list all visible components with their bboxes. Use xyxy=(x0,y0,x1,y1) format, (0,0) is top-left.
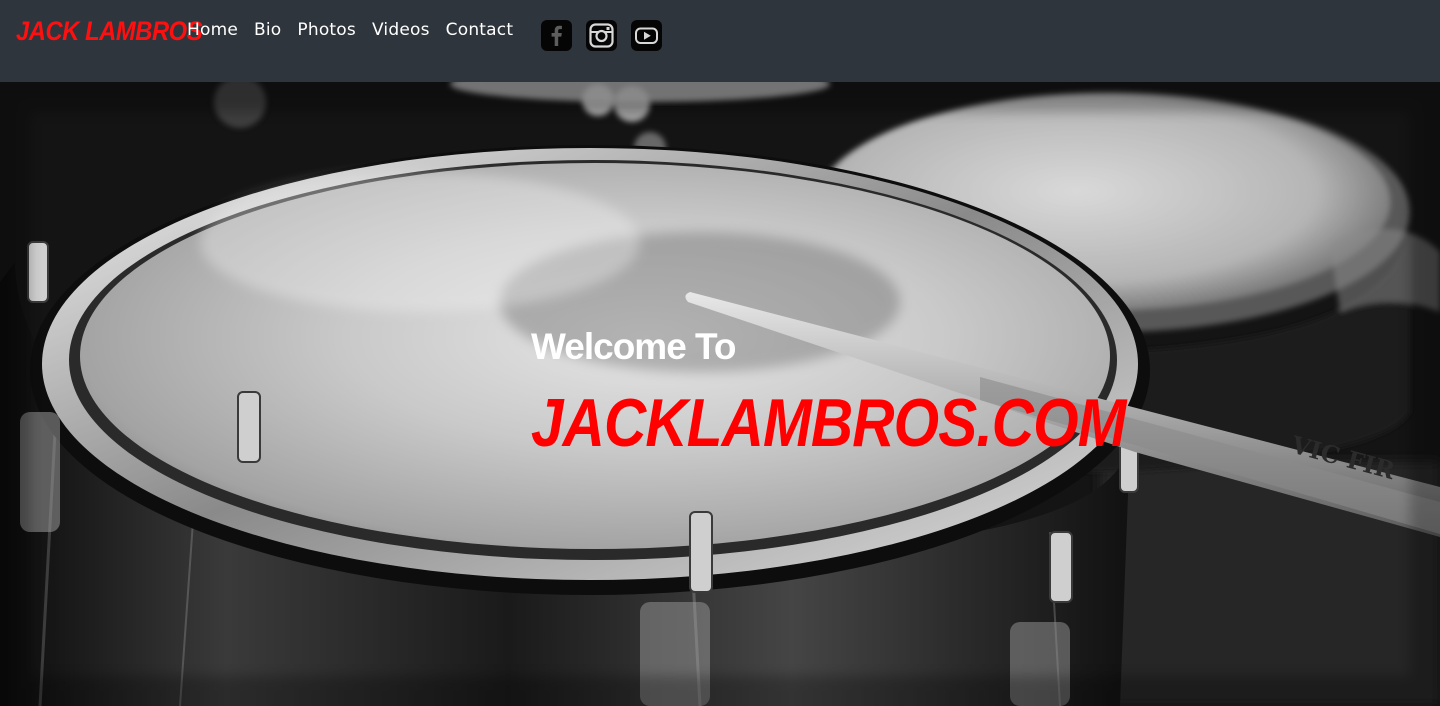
facebook-link[interactable] xyxy=(541,20,572,51)
nav-link-home[interactable]: Home xyxy=(187,20,238,40)
welcome-heading: Welcome To xyxy=(531,326,737,367)
nav-link-photos[interactable]: Photos xyxy=(297,20,356,40)
social-links xyxy=(541,20,662,51)
nav-link-contact[interactable]: Contact xyxy=(446,20,514,40)
nav-link-videos[interactable]: Videos xyxy=(372,20,430,40)
instagram-icon xyxy=(589,23,614,48)
hero-section: VIC FIR Welcome To JACKLAMBROS.COM xyxy=(0,82,1440,706)
youtube-icon xyxy=(635,27,658,44)
facebook-icon xyxy=(551,25,562,46)
youtube-link[interactable] xyxy=(631,20,662,51)
brand-logo[interactable]: JACK LAMBROS xyxy=(16,16,203,47)
nav-menu: Home Bio Photos Videos Contact xyxy=(187,20,513,40)
site-name-heading: JACKLAMBROS.COM xyxy=(531,385,1126,461)
navbar: JACK LAMBROS Home Bio Photos Videos Cont… xyxy=(0,0,1440,82)
instagram-link[interactable] xyxy=(586,20,617,51)
nav-link-bio[interactable]: Bio xyxy=(254,20,281,40)
